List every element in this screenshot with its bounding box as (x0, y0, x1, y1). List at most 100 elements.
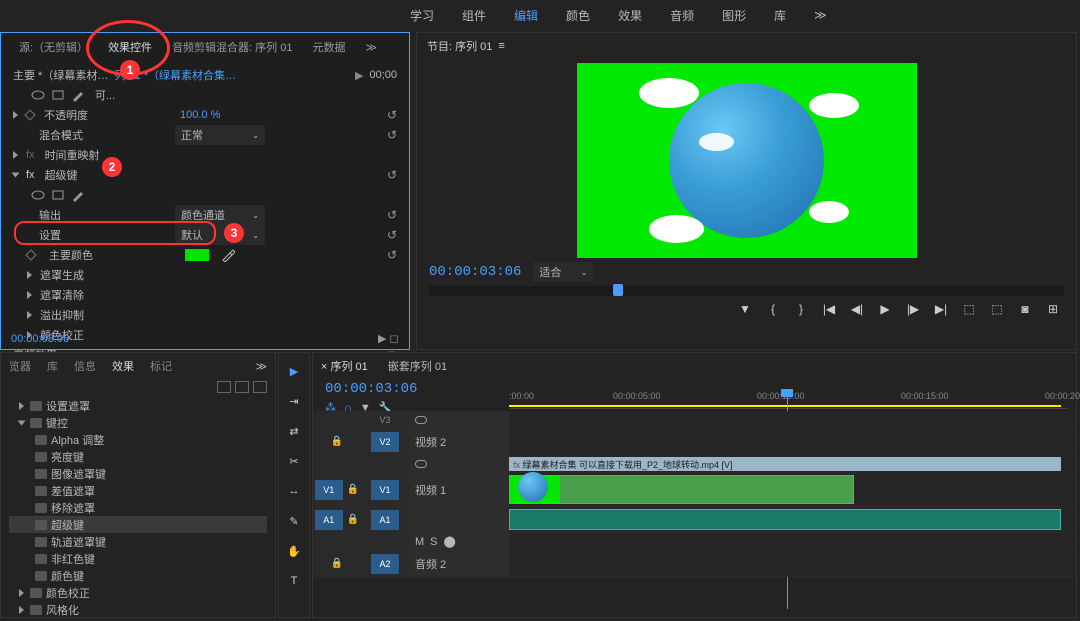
marker-add-icon[interactable]: ▼ (736, 302, 754, 316)
eye-icon[interactable] (415, 416, 427, 424)
ripple-edit-icon[interactable]: ⇄ (284, 421, 304, 441)
menu-audio[interactable]: 音频 (670, 7, 694, 24)
menu-learn[interactable]: 学习 (410, 7, 434, 24)
reset-icon[interactable]: ↺ (387, 228, 397, 242)
razor-tool-icon[interactable]: ✂ (284, 451, 304, 471)
clip-title-bar[interactable]: fx 绿幕素材合集 可以直接下载用_P2_地球转动.mp4 [V] (509, 457, 1061, 471)
panel-timecode[interactable]: 00:00:03:06 (11, 333, 69, 345)
program-viewport[interactable] (417, 59, 1076, 258)
lock-icon[interactable]: 🔒 (347, 484, 359, 495)
menu-library[interactable]: 库 (774, 7, 786, 24)
key-color-swatch[interactable] (185, 249, 209, 261)
pen-mask-icon[interactable] (71, 88, 85, 102)
scrub-handle[interactable] (613, 284, 623, 296)
lock-icon[interactable]: 🔒 (331, 436, 343, 447)
tab-markers[interactable]: 标记 (150, 358, 172, 374)
blend-mode-dropdown[interactable]: 正常⌄ (175, 125, 265, 145)
preset-filter-icon[interactable] (235, 381, 249, 393)
hand-tool-icon[interactable]: ✋ (284, 541, 304, 561)
zoom-dropdown[interactable]: 适合⌄ (533, 262, 593, 282)
tree-item[interactable]: 非红色键 (9, 550, 267, 567)
video-clip[interactable] (509, 475, 854, 504)
tree-item[interactable]: 键控 (9, 414, 267, 431)
lock-icon[interactable]: 🔒 (347, 514, 359, 525)
menu-graphics[interactable]: 图形 (722, 7, 746, 24)
panel-overflow-icon[interactable]: ≫ (255, 360, 267, 373)
tree-item[interactable]: 颜色校正 (9, 584, 267, 601)
keyframe-icon[interactable] (25, 249, 36, 260)
reset-icon[interactable]: ↺ (387, 128, 397, 142)
selection-tool-icon[interactable]: ▶ (284, 361, 304, 381)
audio-clip[interactable] (509, 509, 1061, 530)
in-point-icon[interactable]: { (764, 302, 782, 316)
preset-filter-icon[interactable] (217, 381, 231, 393)
track-toggle-v2[interactable]: V2 (371, 432, 399, 452)
goto-out-icon[interactable]: ▶| (932, 302, 950, 316)
compare-icon[interactable]: ⊞ (1044, 302, 1062, 316)
tree-item[interactable]: 亮度键 (9, 448, 267, 465)
reset-icon[interactable]: ↺ (387, 108, 397, 122)
rect-mask-icon[interactable] (51, 188, 65, 202)
tree-item[interactable]: 差值遮罩 (9, 482, 267, 499)
extract-icon[interactable]: ⬚ (988, 302, 1006, 316)
tree-item[interactable]: 图像遮罩键 (9, 465, 267, 482)
disclosure-icon[interactable] (27, 271, 32, 279)
program-timecode[interactable]: 00:00:03:06 (429, 264, 521, 280)
opacity-value[interactable]: 100.0 % (180, 109, 220, 121)
step-back-icon[interactable]: ◀| (848, 302, 866, 316)
source-a1-button[interactable]: A1 (315, 510, 343, 530)
sequence-tab-1[interactable]: × 序列 01 (321, 358, 368, 374)
ellipse-mask-icon[interactable] (31, 188, 45, 202)
tree-item[interactable]: 风格化 (9, 601, 267, 618)
ellipse-mask-icon[interactable] (31, 88, 45, 102)
reset-icon[interactable]: ↺ (387, 208, 397, 222)
keyframe-icon[interactable] (24, 109, 35, 120)
tree-item[interactable]: Alpha 调整 (9, 431, 267, 448)
menu-assembly[interactable]: 组件 (462, 7, 486, 24)
type-tool-icon[interactable]: T (284, 571, 304, 591)
panel-icon[interactable]: ▶ ◻ (378, 332, 399, 345)
disclosure-icon[interactable] (27, 311, 32, 319)
timeline-timecode[interactable]: 00:00:03:06 (313, 379, 429, 399)
pen-mask-icon[interactable] (71, 188, 85, 202)
tab-metadata[interactable]: 元数据 (302, 35, 355, 59)
tab-info[interactable]: 信息 (74, 358, 96, 374)
tree-item-ultrakey[interactable]: 超级键 (9, 516, 267, 533)
tab-audio-mixer[interactable]: 音频剪辑混合器: 序列 01 (162, 35, 302, 59)
pen-tool-icon[interactable]: ✎ (284, 511, 304, 531)
tree-item[interactable]: 颜色键 (9, 567, 267, 584)
track-select-icon[interactable]: ⇥ (284, 391, 304, 411)
work-area-bar[interactable] (509, 405, 1061, 407)
tab-source[interactable]: 源:（无剪辑） (9, 35, 98, 59)
tree-item[interactable]: 移除遮罩 (9, 499, 267, 516)
record-icon[interactable]: ⬤ (444, 535, 456, 548)
rect-mask-icon[interactable] (51, 88, 65, 102)
menu-color[interactable]: 颜色 (566, 7, 590, 24)
eye-icon[interactable] (415, 460, 427, 468)
mute-button[interactable]: M (415, 536, 424, 548)
eyedropper-icon[interactable] (221, 248, 235, 262)
export-frame-icon[interactable]: ◙ (1016, 302, 1034, 316)
disclosure-icon[interactable] (13, 111, 18, 119)
tab-browser[interactable]: 览器 (9, 358, 31, 374)
tree-item[interactable]: 轨道遮罩键 (9, 533, 267, 550)
track-toggle-v1[interactable]: V1 (371, 480, 399, 500)
tab-effects[interactable]: 效果 (112, 358, 134, 374)
menu-effects[interactable]: 效果 (618, 7, 642, 24)
menu-edit[interactable]: 编辑 (514, 7, 538, 24)
play-icon[interactable]: ▶ (876, 302, 894, 316)
dropdown-icon[interactable]: ≡ (498, 40, 504, 52)
reset-icon[interactable]: ↺ (387, 168, 397, 182)
scrub-bar[interactable] (429, 286, 1064, 296)
disclosure-icon[interactable] (13, 151, 18, 159)
slip-tool-icon[interactable]: ↔ (284, 481, 304, 501)
source-v1-button[interactable]: V1 (315, 480, 343, 500)
step-fwd-icon[interactable]: |▶ (904, 302, 922, 316)
panel-menu-icon[interactable]: ≫ (355, 37, 387, 58)
track-toggle-a2[interactable]: A2 (371, 554, 399, 574)
reset-icon[interactable]: ↺ (387, 248, 397, 262)
menu-overflow[interactable]: ≫ (814, 8, 827, 22)
solo-button[interactable]: S (430, 536, 437, 548)
preset-filter-icon[interactable] (253, 381, 267, 393)
lift-icon[interactable]: ⬚ (960, 302, 978, 316)
